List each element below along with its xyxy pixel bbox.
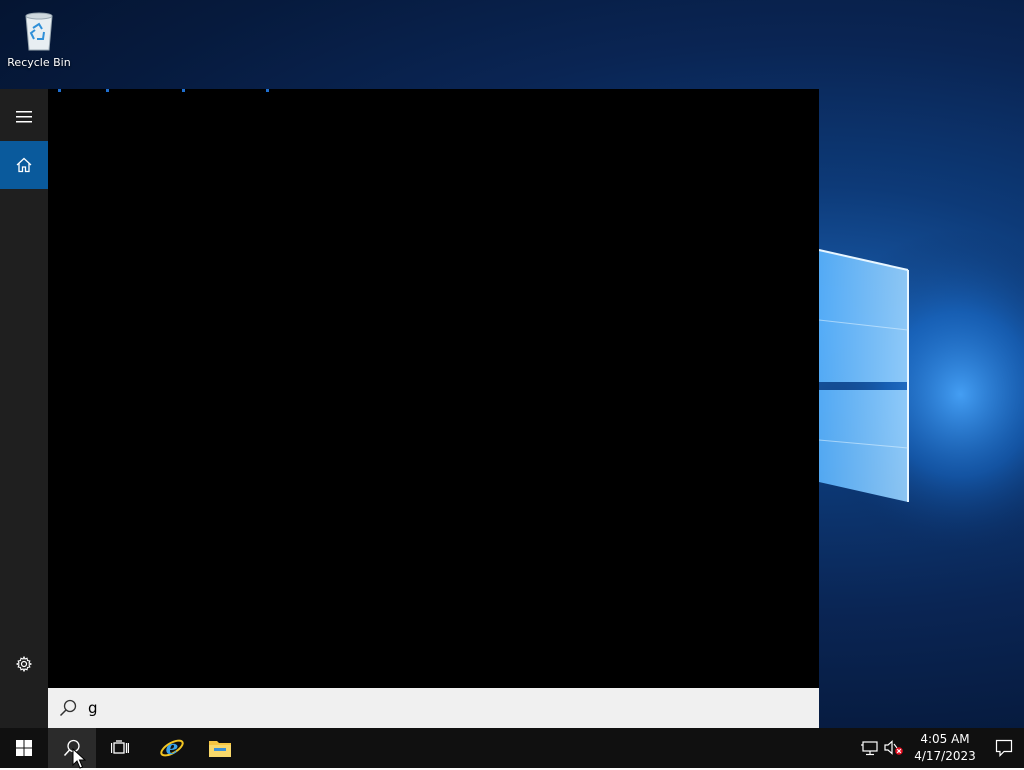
loading-indicator-dot — [182, 89, 185, 92]
internet-explorer-icon: e — [160, 735, 184, 759]
action-center-icon — [995, 739, 1013, 757]
network-icon — [861, 741, 878, 756]
loading-indicator-dot — [58, 89, 61, 92]
internet-explorer-button[interactable]: e — [148, 728, 196, 768]
start-rail — [0, 89, 48, 728]
action-center-button[interactable] — [984, 728, 1024, 768]
search-input[interactable] — [88, 693, 788, 723]
search-icon — [59, 699, 77, 717]
recycle-bin-icon — [25, 12, 53, 51]
settings-button[interactable] — [0, 640, 48, 688]
network-tray-button[interactable] — [858, 728, 882, 768]
search-box[interactable] — [48, 688, 819, 728]
desktop-icon-label: Recycle Bin — [7, 56, 71, 69]
gear-icon — [16, 656, 32, 672]
windows-logo-icon — [16, 740, 32, 756]
home-icon — [16, 157, 32, 173]
clock[interactable]: 4:05 AM 4/17/2023 — [906, 731, 984, 765]
search-results-area — [48, 89, 819, 688]
loading-indicator-dot — [106, 89, 109, 92]
mouse-cursor — [72, 748, 86, 769]
system-tray: 4:05 AM 4/17/2023 — [858, 728, 1024, 768]
volume-tray-button[interactable] — [882, 728, 906, 768]
expand-menu-button[interactable] — [0, 93, 48, 141]
clock-time: 4:05 AM — [920, 732, 970, 746]
search-box-icon-wrap — [48, 688, 88, 728]
start-button[interactable] — [0, 728, 48, 768]
folder-icon — [209, 741, 231, 757]
clock-date: 4/17/2023 — [914, 749, 976, 763]
task-view-button[interactable] — [96, 728, 144, 768]
loading-indicator-dot — [266, 89, 269, 92]
desktop-icon-recycle-bin[interactable]: Recycle Bin — [6, 6, 72, 69]
start-search-panel — [0, 89, 819, 728]
task-view-icon — [111, 740, 129, 754]
hamburger-menu-icon — [16, 111, 32, 123]
taskbar: e 4:05 AM 4/17/2023 — [0, 728, 1024, 768]
home-button[interactable] — [0, 141, 48, 189]
volume-muted-icon — [884, 740, 903, 755]
svg-text:e: e — [166, 735, 179, 759]
file-explorer-button[interactable] — [196, 728, 244, 768]
